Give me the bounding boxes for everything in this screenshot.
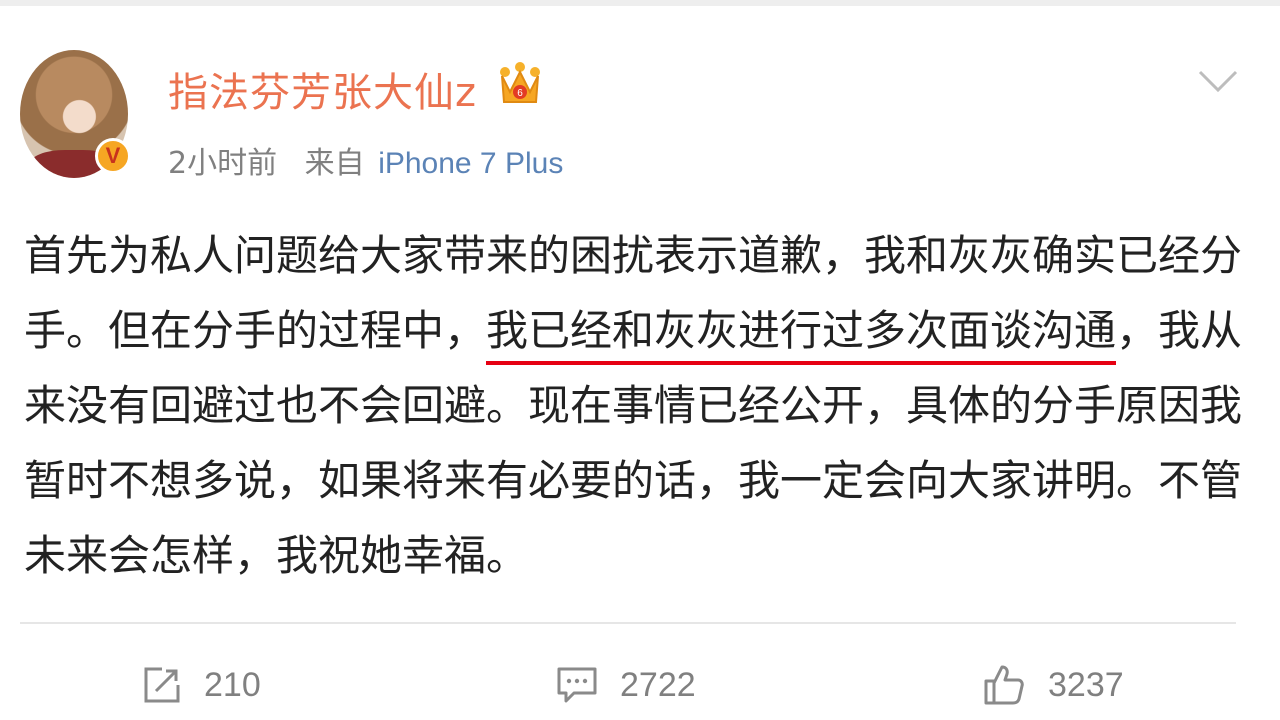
repost-icon (144, 667, 180, 703)
like-count: 3237 (1048, 665, 1124, 704)
chevron-down-icon[interactable] (1196, 66, 1240, 96)
comment-button[interactable]: 2722 (556, 660, 696, 710)
comment-icon (557, 667, 597, 703)
comment-count: 2722 (620, 665, 696, 704)
source-label: 来自 (304, 146, 365, 181)
action-divider (20, 622, 1236, 624)
like-button[interactable]: 3237 (982, 660, 1124, 710)
username[interactable]: 指法芬芳张大仙z (168, 60, 477, 118)
repost-button[interactable]: 210 (142, 660, 261, 710)
repost-count: 210 (204, 665, 261, 704)
post-time[interactable]: 2小时前 (168, 146, 277, 181)
top-divider (0, 0, 1280, 6)
thumbs-up-icon (984, 665, 1024, 705)
post-text: 首先为私人问题给大家带来的困扰表示道歉，我和灰灰确实已经分手。但在分手的过程中，… (24, 218, 1244, 593)
verified-v-badge-icon: V (95, 138, 131, 174)
svg-text:6: 6 (517, 88, 523, 99)
source-device[interactable]: iPhone 7 Plus (378, 147, 563, 180)
post-text-highlight: 我已经和灰灰进行过多次面谈沟通 (486, 306, 1117, 365)
crown-icon[interactable]: 6 (498, 62, 542, 106)
post-meta: 2小时前 来自 iPhone 7 Plus (168, 138, 563, 182)
